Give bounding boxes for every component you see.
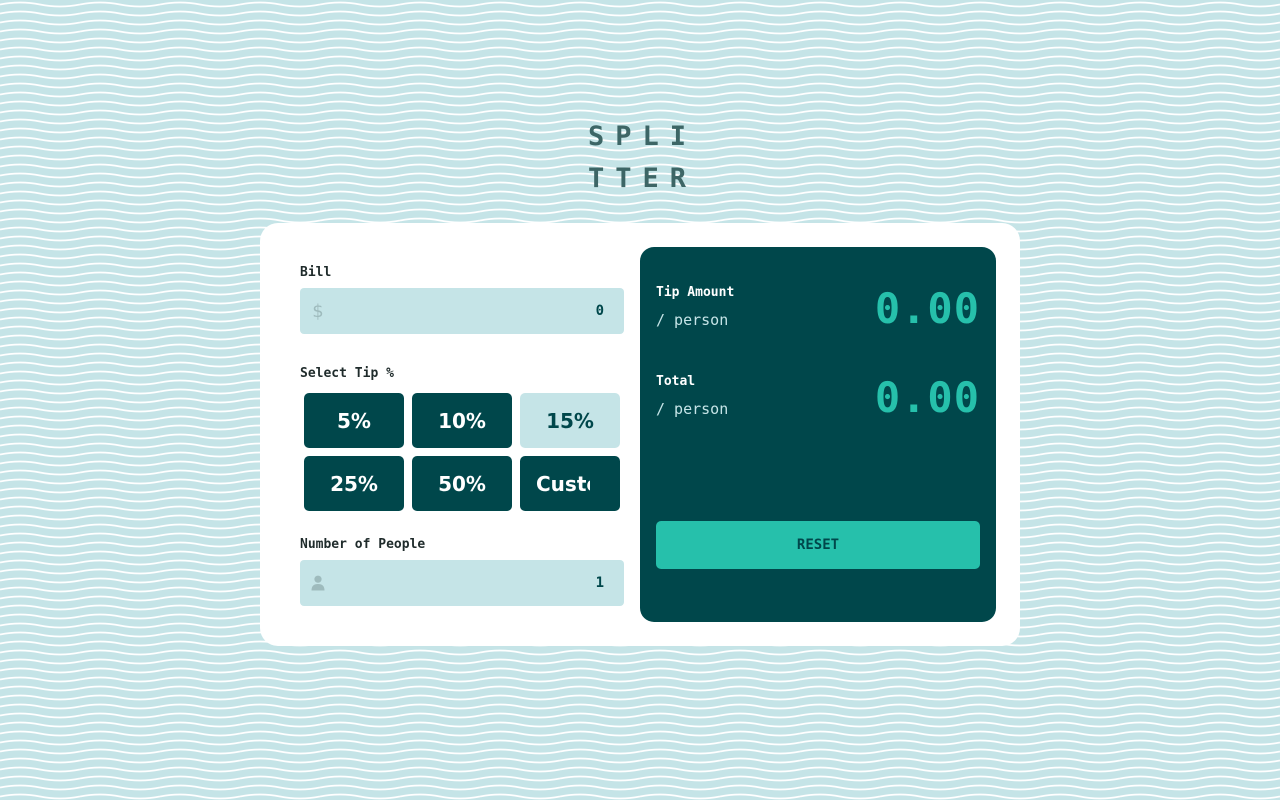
- tip-amount-value: 0.00: [874, 284, 980, 333]
- bill-label: Bill: [300, 265, 332, 280]
- reset-button-label: RESET: [796, 537, 840, 553]
- reset-button[interactable]: RESET: [656, 521, 980, 569]
- total-value: 0.00: [874, 373, 980, 422]
- tip-button-25[interactable]: 25%: [304, 456, 404, 511]
- people-label: Number of People: [300, 537, 426, 552]
- dollar-icon: $: [312, 300, 324, 322]
- tip-custom-label: Custom: [536, 471, 590, 496]
- bill-input-wrapper: $: [300, 288, 624, 334]
- tip-custom-input[interactable]: Custom: [520, 456, 620, 511]
- tip-button-15[interactable]: 15%: [520, 393, 620, 448]
- calculator-card: Bill $ Select Tip % 5% 10% 15% 25% 50% C…: [260, 223, 1020, 646]
- logo-line-1: SPLI: [588, 121, 698, 152]
- select-tip-label: Select Tip %: [300, 366, 394, 381]
- tip-button-label: 10%: [438, 408, 486, 433]
- logo-line-2: TTER: [588, 163, 698, 194]
- result-panel: Tip Amount / person 0.00 Total / person …: [640, 247, 996, 622]
- people-input-wrapper: [300, 560, 624, 606]
- tip-button-label: 50%: [438, 471, 486, 496]
- tip-amount-title: Tip Amount: [656, 285, 735, 300]
- bill-input[interactable]: [334, 288, 604, 334]
- tip-button-label: 15%: [546, 408, 594, 433]
- person-icon: [310, 572, 326, 594]
- tip-button-label: 25%: [330, 471, 378, 496]
- tip-button-50[interactable]: 50%: [412, 456, 512, 511]
- total-sub: / person: [656, 400, 729, 418]
- splitter-logo: SPLI TTER: [588, 116, 708, 200]
- people-input[interactable]: [334, 560, 604, 606]
- tip-amount-sub: / person: [656, 311, 729, 329]
- tip-button-10[interactable]: 10%: [412, 393, 512, 448]
- total-title: Total: [656, 374, 696, 389]
- tip-button-label: 5%: [337, 408, 371, 433]
- tip-button-5[interactable]: 5%: [304, 393, 404, 448]
